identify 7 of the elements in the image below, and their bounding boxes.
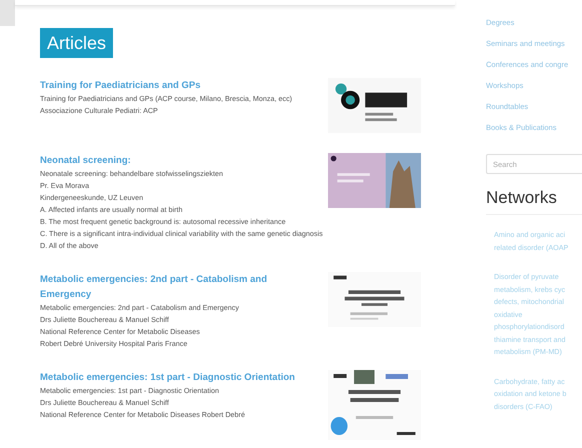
article-title[interactable]: Training for Paediatricians and GPs	[40, 78, 320, 93]
article-title[interactable]: Neonatal screening:	[40, 153, 320, 168]
section-heading: Articles	[40, 28, 114, 58]
side-panel	[0, 0, 15, 26]
section-heading: Networks	[486, 186, 582, 215]
article-title[interactable]: Metabolic emergencies: 2nd part - Catabolism and Emergency	[40, 272, 320, 302]
article-title[interactable]: Metabolic emergencies: 1st part - Diagnostic Orientation	[40, 370, 320, 385]
